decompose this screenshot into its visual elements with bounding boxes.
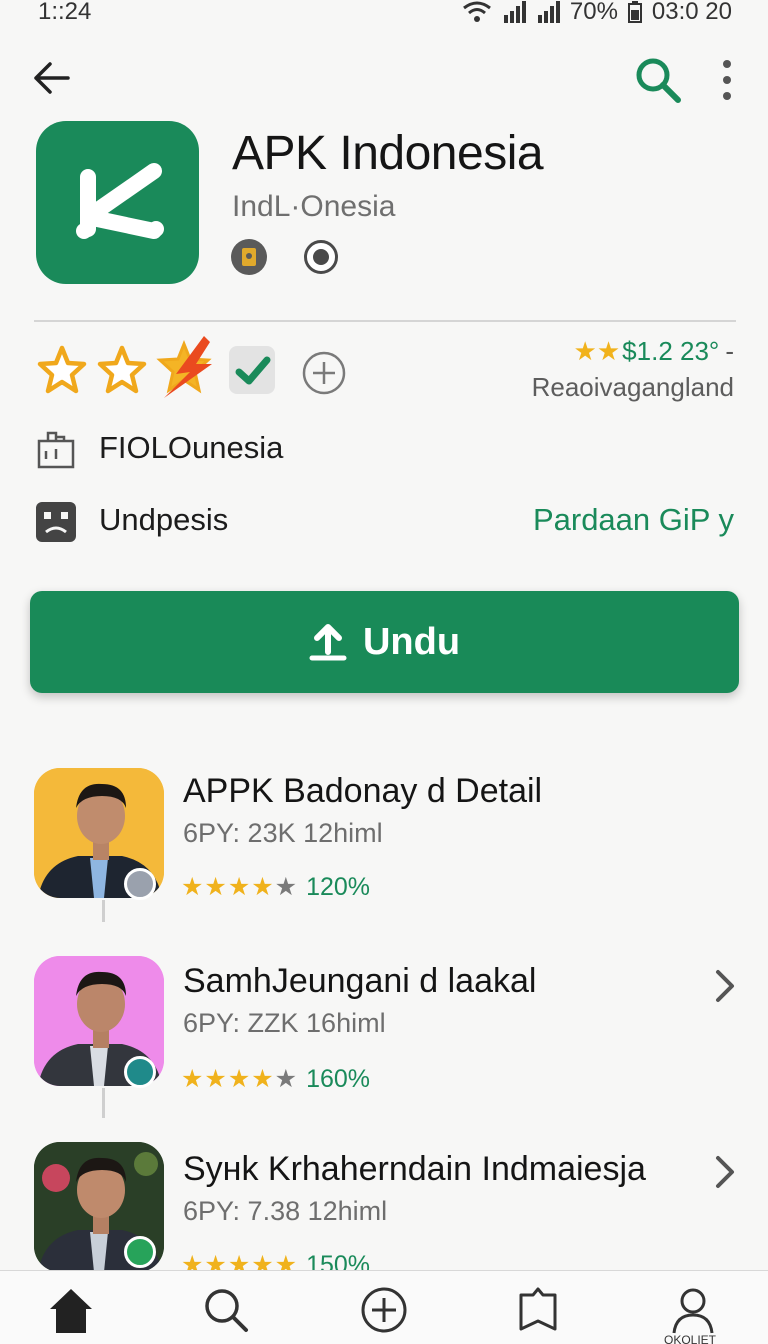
avatar-status-icon xyxy=(124,1056,156,1088)
arrow-left-icon xyxy=(34,62,70,94)
rating-summary-tail: - xyxy=(725,336,734,366)
download-button[interactable]: Undu xyxy=(30,591,739,693)
avatar-status-icon xyxy=(124,1236,156,1268)
nav-library-button[interactable] xyxy=(513,1285,563,1335)
rating-stars-icon: ★★★★★ xyxy=(181,1065,299,1093)
nav-profile-button[interactable] xyxy=(668,1285,718,1335)
rating-summary-value: $1.2 23° xyxy=(622,336,720,366)
chevron-right-icon[interactable] xyxy=(710,1154,740,1190)
status-indicators: 70% 03:0 20 xyxy=(462,0,732,26)
bottom-navigation: OKOLIET xyxy=(0,1270,768,1344)
back-button[interactable] xyxy=(30,56,74,100)
list-item[interactable]: SamhJeungani d laakal 6PY: ZZK 16himl ★★… xyxy=(0,954,768,1118)
list-item[interactable]: APPK Badonay d Detail 6PY: 23K 12himl ★★… xyxy=(0,766,768,922)
check-icon xyxy=(235,356,271,385)
plus-circle-icon xyxy=(302,351,346,395)
info-row-content-rating: Undpesis xyxy=(99,502,229,537)
avatar-status-icon xyxy=(124,868,156,900)
app-title: APK Indonesia xyxy=(232,127,544,180)
wifi-icon xyxy=(462,1,491,22)
person-icon xyxy=(672,1288,714,1334)
star-icon xyxy=(97,345,147,394)
nav-profile-caption: OKOLIET xyxy=(664,1333,717,1344)
nav-add-button[interactable] xyxy=(359,1285,409,1335)
verified-badge xyxy=(229,346,275,394)
connector-line xyxy=(102,900,105,922)
list-item-rating: ★★★★★ 160% xyxy=(181,1064,370,1094)
search-button[interactable] xyxy=(632,54,684,106)
rating-description: Reaoivagangland xyxy=(531,372,734,402)
status-clock-right: 03:0 20 xyxy=(651,0,732,25)
star-icon xyxy=(37,345,87,394)
shopping-bag-icon xyxy=(37,431,75,469)
flash-star-icon xyxy=(156,336,212,398)
app-logo-icon xyxy=(76,163,164,239)
list-item-title: APPK Badonay d Detail xyxy=(183,772,543,810)
list-item-percent: 160% xyxy=(306,1064,371,1093)
divider xyxy=(34,320,736,322)
nav-home-button[interactable] xyxy=(46,1285,96,1335)
bookmark-tag-icon xyxy=(519,1287,557,1331)
battery-icon xyxy=(627,1,642,23)
small-star-icon: ★★ xyxy=(573,336,621,366)
upload-icon xyxy=(309,624,347,661)
editor-badge-icon xyxy=(231,239,267,275)
list-item-meta: 6PY: 23K 12himl xyxy=(183,818,383,848)
download-label: Undu xyxy=(362,620,461,663)
list-item-title: SamhJeungani d laakal xyxy=(183,962,537,1000)
record-badge-icon xyxy=(304,240,338,274)
info-row-category: FIOLOunesia xyxy=(99,430,284,465)
battery-percent: 70% xyxy=(569,0,618,25)
home-icon xyxy=(50,1289,92,1333)
list-item-percent: 120% xyxy=(306,872,371,901)
signal-icon-1 xyxy=(503,1,526,23)
signal-icon-2 xyxy=(537,1,560,23)
status-time: 1::24 xyxy=(38,0,92,25)
list-item-meta: 6PY: 7.38 12himl xyxy=(183,1196,388,1226)
add-to-wishlist-button[interactable] xyxy=(301,350,347,396)
list-item[interactable]: Sунk Krhaherndain Indmaiesja 6PY: 7.38 1… xyxy=(0,1140,768,1290)
list-item-rating: ★★★★★ 120% xyxy=(181,872,370,902)
connector-line xyxy=(102,1088,105,1118)
nav-search-button[interactable] xyxy=(201,1285,251,1335)
rating-summary: ★★ $1.2 23° - xyxy=(574,336,734,367)
search-icon xyxy=(636,58,681,103)
list-item-meta: 6PY: ZZK 16himl xyxy=(183,1008,386,1038)
more-vertical-icon xyxy=(723,60,731,100)
content-rating-icon xyxy=(36,502,76,542)
plus-circle-icon xyxy=(361,1287,407,1333)
chevron-right-icon[interactable] xyxy=(710,968,740,1004)
list-item-title: Sунk Krhaherndain Indmaiesja xyxy=(183,1150,646,1188)
more-options-button[interactable] xyxy=(712,56,742,104)
status-bar: 1::24 70% 03:0 20 xyxy=(0,0,768,30)
rating-stars-icon: ★★★★★ xyxy=(181,873,299,901)
search-icon xyxy=(205,1289,248,1332)
info-row-link[interactable]: Pardaan GiP y xyxy=(533,502,734,538)
app-icon xyxy=(36,121,199,284)
app-developer[interactable]: IndL·Onesia xyxy=(232,190,395,224)
